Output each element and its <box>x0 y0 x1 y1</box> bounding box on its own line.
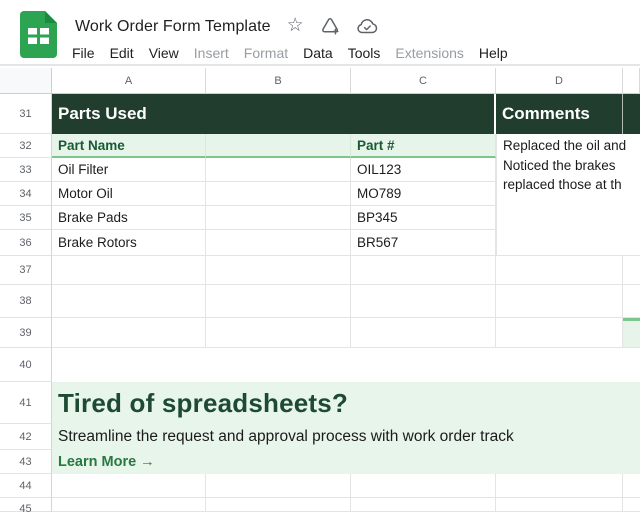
row-header-35[interactable]: 35 <box>0 206 52 230</box>
cell-c44[interactable] <box>351 474 496 498</box>
cell-part-number[interactable]: BR567 <box>351 230 496 256</box>
google-sheets-app: Work Order Form Template ☆ File Edit Vie… <box>0 0 640 512</box>
row-31-section-headers: 31 Parts Used Comments <box>0 94 640 134</box>
menu-tools[interactable]: Tools <box>346 45 383 61</box>
add-shortcut-to-drive-icon[interactable] <box>320 17 340 36</box>
cell-part-number[interactable]: BP345 <box>351 206 496 230</box>
cell-b38[interactable] <box>206 285 351 318</box>
cell-b44[interactable] <box>206 474 351 498</box>
row-header-39[interactable]: 39 <box>0 318 52 348</box>
cloud-saved-status-icon[interactable] <box>356 18 378 35</box>
toolbar-divider <box>0 64 640 66</box>
cell-e39-green[interactable] <box>623 318 640 348</box>
row-39-empty: 39 <box>0 318 640 348</box>
row-header-40[interactable]: 40 <box>0 348 52 382</box>
cell-c37[interactable] <box>351 256 496 285</box>
column-header-a[interactable]: A <box>52 68 206 94</box>
row-44-empty: 44 <box>0 474 640 498</box>
learn-more-link[interactable]: Learn More → <box>52 450 640 474</box>
menu-view[interactable]: View <box>147 45 181 61</box>
doc-title[interactable]: Work Order Form Template <box>75 18 271 36</box>
menu-insert[interactable]: Insert <box>192 45 231 61</box>
cell-a45[interactable] <box>52 498 206 512</box>
cell-b37[interactable] <box>206 256 351 285</box>
cell-e31[interactable] <box>623 94 640 134</box>
cell-part-name[interactable]: Oil Filter <box>52 158 206 182</box>
cell-d38[interactable] <box>496 285 623 318</box>
cell-part-name[interactable]: Motor Oil <box>52 182 206 206</box>
cell-part-number[interactable]: MO789 <box>351 182 496 206</box>
row-header-33[interactable]: 33 <box>0 158 52 182</box>
cell-d44[interactable] <box>496 474 623 498</box>
row-header-43[interactable]: 43 <box>0 450 52 474</box>
cell-b36[interactable] <box>206 230 351 256</box>
menu-help[interactable]: Help <box>477 45 510 61</box>
cell-part-name[interactable]: Brake Rotors <box>52 230 206 256</box>
column-header-row: A B C D <box>0 68 640 94</box>
cell-c45[interactable] <box>351 498 496 512</box>
select-all-corner[interactable] <box>0 68 52 94</box>
row-header-34[interactable]: 34 <box>0 182 52 206</box>
cell-comments-text[interactable]: Replaced the oil and Noticed the brakes … <box>496 134 640 256</box>
column-header-b[interactable]: B <box>206 68 351 94</box>
cell-d39[interactable] <box>496 318 623 348</box>
cell-e45[interactable] <box>623 498 640 512</box>
cell-parts-used-title[interactable]: Parts Used <box>52 94 496 134</box>
cell-b35[interactable] <box>206 206 351 230</box>
row-header-31[interactable]: 31 <box>0 94 52 134</box>
row-header-44[interactable]: 44 <box>0 474 52 498</box>
column-header-e[interactable] <box>623 68 640 94</box>
menu-bar: File Edit View Insert Format Data Tools … <box>70 45 510 61</box>
cell-c39[interactable] <box>351 318 496 348</box>
star-icon[interactable]: ☆ <box>287 16 304 35</box>
cell-b39[interactable] <box>206 318 351 348</box>
cell-comments-title[interactable]: Comments <box>496 94 623 134</box>
cell-part-number[interactable]: OIL123 <box>351 158 496 182</box>
cell-a37[interactable] <box>52 256 206 285</box>
cell-e44[interactable] <box>623 474 640 498</box>
sheets-logo-icon <box>20 11 57 58</box>
cell-b45[interactable] <box>206 498 351 512</box>
row-header-45[interactable]: 45 <box>0 498 52 512</box>
menu-data[interactable]: Data <box>301 45 335 61</box>
column-header-c[interactable]: C <box>351 68 496 94</box>
menu-extensions[interactable]: Extensions <box>393 45 465 61</box>
row-40-empty: 40 <box>0 348 640 382</box>
row-header-38[interactable]: 38 <box>0 285 52 318</box>
row-header-42[interactable]: 42 <box>0 424 52 450</box>
cell-d45[interactable] <box>496 498 623 512</box>
cell-b34[interactable] <box>206 182 351 206</box>
row-header-41[interactable]: 41 <box>0 382 52 424</box>
cell-part-number-header[interactable]: Part # <box>351 134 496 158</box>
row-43-promo-cta: 43 Learn More → <box>0 450 640 474</box>
row-42-promo-body: 42 Streamline the request and approval p… <box>0 424 640 450</box>
cell-c38[interactable] <box>351 285 496 318</box>
cell-d37[interactable] <box>496 256 623 285</box>
cell-a40-merged[interactable] <box>52 348 640 382</box>
cell-a44[interactable] <box>52 474 206 498</box>
row-header-32[interactable]: 32 <box>0 134 52 158</box>
cell-e37[interactable] <box>623 256 640 285</box>
row-header-37[interactable]: 37 <box>0 256 52 285</box>
menu-format[interactable]: Format <box>242 45 290 61</box>
cell-part-name[interactable]: Brake Pads <box>52 206 206 230</box>
cell-a39[interactable] <box>52 318 206 348</box>
sheets-logo[interactable] <box>20 11 57 58</box>
row-38-empty: 38 <box>0 285 640 318</box>
promo-body[interactable]: Streamline the request and approval proc… <box>52 424 640 450</box>
column-header-d[interactable]: D <box>496 68 623 94</box>
cell-b33[interactable] <box>206 158 351 182</box>
row-41-promo-heading: 41 Tired of spreadsheets? <box>0 382 640 424</box>
menu-edit[interactable]: Edit <box>108 45 136 61</box>
row-45-partial: 45 <box>0 498 640 512</box>
cell-b32[interactable] <box>206 134 351 158</box>
promo-heading[interactable]: Tired of spreadsheets? <box>52 382 640 424</box>
row-37-empty: 37 <box>0 256 640 285</box>
cell-part-name-header[interactable]: Part Name <box>52 134 206 158</box>
row-header-36[interactable]: 36 <box>0 230 52 256</box>
cell-e38[interactable] <box>623 285 640 318</box>
menu-file[interactable]: File <box>70 45 97 61</box>
cell-a38[interactable] <box>52 285 206 318</box>
